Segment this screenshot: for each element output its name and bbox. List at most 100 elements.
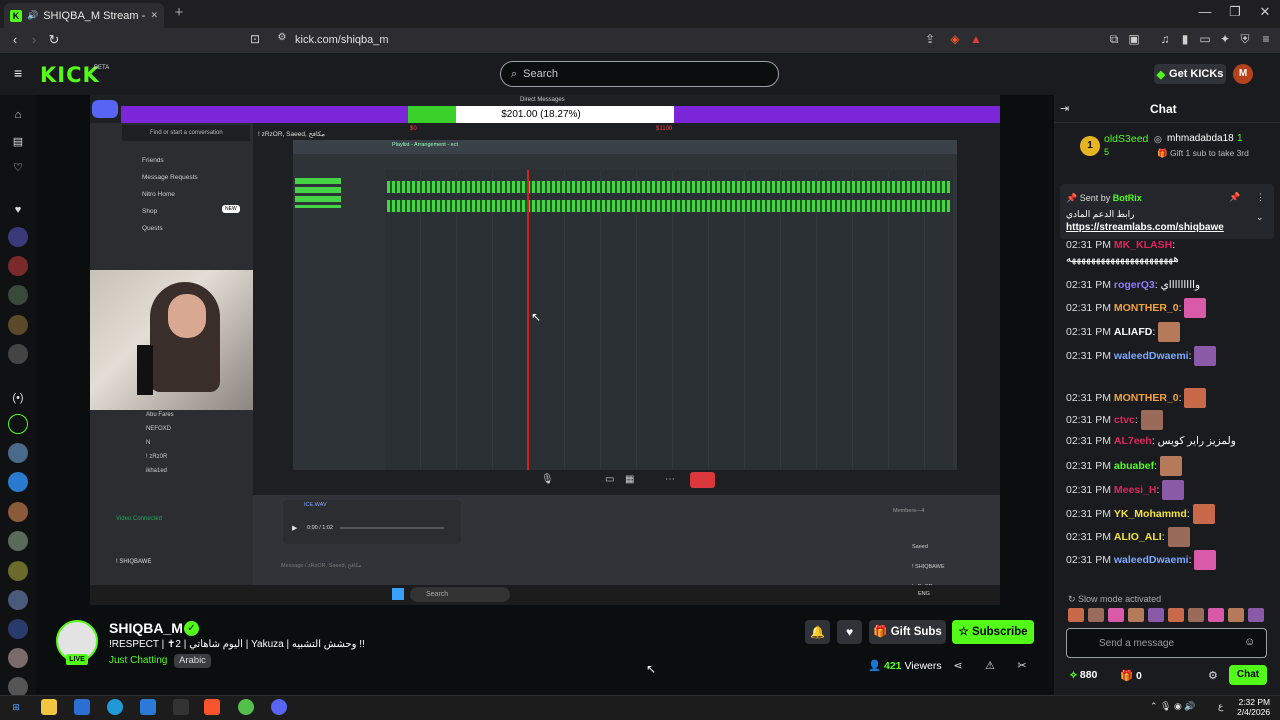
windows-start-icon[interactable]: ⊞ xyxy=(8,699,24,715)
home-icon[interactable]: ⌂ xyxy=(8,105,28,125)
url-field[interactable]: kick.com/shiqba_m xyxy=(295,34,389,46)
message-username[interactable]: YK_Mohammd xyxy=(1114,508,1187,520)
share-stream-icon[interactable]: ⋖ xyxy=(950,659,966,673)
brave-shield-icon[interactable]: ◈ xyxy=(947,32,963,48)
channel-avatar[interactable] xyxy=(8,443,28,463)
brave-taskbar-icon[interactable] xyxy=(204,699,220,715)
new-tab-icon[interactable]: + xyxy=(170,4,188,22)
emoji-picker-icon[interactable]: ☺ xyxy=(1244,636,1255,648)
extensions-icon[interactable]: ⧉ xyxy=(1106,32,1122,48)
close-window-icon[interactable]: ✕ xyxy=(1250,4,1280,24)
edge-icon[interactable] xyxy=(107,699,123,715)
vpn-icon[interactable]: ⛨ xyxy=(1237,32,1253,48)
bookmark-icon[interactable]: ⊡ xyxy=(247,32,263,48)
leo-ai-icon[interactable]: ✦ xyxy=(1217,32,1233,48)
message-username[interactable]: MONTHER_0 xyxy=(1114,302,1179,314)
quick-emote[interactable] xyxy=(1148,607,1164,622)
reload-icon[interactable]: ↻ xyxy=(45,32,63,49)
chat-message-input[interactable]: Send a message xyxy=(1066,628,1267,658)
sidebar-icon[interactable]: ▮ xyxy=(1177,32,1193,48)
followed-heart-icon[interactable]: ♥ xyxy=(8,200,28,220)
stream-tag[interactable]: Arabic xyxy=(174,654,211,668)
share-icon[interactable]: ⇪ xyxy=(922,32,938,48)
wallet-icon[interactable]: ▭ xyxy=(1197,32,1213,48)
message-username[interactable]: AL7eeh xyxy=(1114,435,1152,447)
channel-avatar[interactable] xyxy=(8,227,28,247)
message-username[interactable]: ctvc xyxy=(1114,414,1135,426)
quick-emote[interactable] xyxy=(1088,607,1104,622)
app-icon[interactable] xyxy=(173,699,189,715)
tab-close-icon[interactable]: ✕ xyxy=(150,10,158,21)
message-username[interactable]: waleedDwaemi xyxy=(1114,554,1189,566)
chat-settings-icon[interactable]: ⚙ xyxy=(1208,669,1218,682)
gift-subs-button[interactable]: 🎁 Gift Subs xyxy=(869,620,946,644)
tray-icons[interactable]: ⌃ 🎙 ◉ 🔊 xyxy=(1150,701,1196,712)
app-taskbar-icon[interactable] xyxy=(238,699,254,715)
live-channels-icon[interactable]: (•) xyxy=(8,388,28,408)
channel-avatar[interactable] xyxy=(8,648,28,668)
message-username[interactable]: rogerQ3 xyxy=(1114,279,1155,291)
input-language[interactable]: ع xyxy=(1218,701,1223,712)
expand-pinned-icon[interactable]: ⌄ xyxy=(1256,212,1264,223)
message-username[interactable]: abuabef xyxy=(1114,460,1154,472)
brave-rewards-icon[interactable]: ▲ xyxy=(968,32,984,48)
subscribe-button[interactable]: ☆ Subscribe xyxy=(952,620,1034,644)
channel-avatar[interactable] xyxy=(8,315,28,335)
media-icon[interactable]: ♫ xyxy=(1157,32,1173,48)
site-info-icon[interactable]: ⚙ xyxy=(274,32,290,48)
message-username[interactable]: waleedDwaemi xyxy=(1114,350,1189,362)
channel-points[interactable]: ⟡ 880 xyxy=(1070,669,1097,682)
channel-avatar[interactable] xyxy=(8,619,28,639)
file-explorer-icon[interactable] xyxy=(41,699,57,715)
report-icon[interactable]: ⚠ xyxy=(982,659,998,673)
message-username[interactable]: MONTHER_0 xyxy=(1114,392,1179,404)
channel-avatar[interactable] xyxy=(8,531,28,551)
stream-category[interactable]: Just Chatting xyxy=(109,655,167,666)
forward-icon[interactable]: › xyxy=(25,32,43,49)
pinned-sender[interactable]: BotRix xyxy=(1113,193,1142,203)
minimize-icon[interactable]: — xyxy=(1190,4,1220,24)
hamburger-menu-icon[interactable]: ≡ xyxy=(14,66,28,80)
channel-avatar[interactable] xyxy=(8,472,28,492)
channel-avatar[interactable] xyxy=(8,285,28,305)
channel-avatar[interactable] xyxy=(8,414,28,434)
quick-emote[interactable] xyxy=(1228,607,1244,622)
search-input[interactable]: ⌕ Search xyxy=(500,61,779,87)
following-icon[interactable]: ♡ xyxy=(8,158,28,178)
channel-avatar[interactable] xyxy=(8,590,28,610)
quick-emote[interactable] xyxy=(1128,607,1144,622)
collapse-chat-icon[interactable]: ⇥ xyxy=(1060,102,1074,115)
restore-icon[interactable]: ❐ xyxy=(1220,4,1250,24)
pinned-more-icon[interactable]: ⋮ xyxy=(1256,192,1265,203)
kick-logo[interactable]: KICK xyxy=(40,63,100,87)
top-gifter-name[interactable]: oldS3eed xyxy=(1104,133,1148,145)
streamer-name[interactable]: SHIQBA_M xyxy=(109,620,183,636)
user-avatar[interactable]: M xyxy=(1233,64,1253,84)
quick-emote[interactable] xyxy=(1248,607,1264,622)
second-gifter-name[interactable]: mhmadabda18 xyxy=(1167,133,1234,144)
channel-avatar[interactable] xyxy=(8,256,28,276)
store-icon[interactable] xyxy=(74,699,90,715)
notification-bell-icon[interactable]: 🔔 xyxy=(805,620,830,644)
quick-emote[interactable] xyxy=(1188,607,1204,622)
discord-taskbar-icon[interactable] xyxy=(271,699,287,715)
message-username[interactable]: Meesi_H xyxy=(1114,484,1157,496)
pin-icon[interactable]: 📌 xyxy=(1229,192,1240,203)
message-username[interactable]: MK_KLASH xyxy=(1114,239,1172,251)
quick-emote[interactable] xyxy=(1068,607,1084,622)
system-clock[interactable]: 2:32 PM 2/4/2026 xyxy=(1237,697,1270,717)
channel-avatar[interactable] xyxy=(8,344,28,364)
quick-emote[interactable] xyxy=(1108,607,1124,622)
quick-emote[interactable] xyxy=(1168,607,1184,622)
channel-avatar[interactable] xyxy=(8,677,28,697)
channel-avatar[interactable] xyxy=(8,502,28,522)
send-chat-button[interactable]: Chat xyxy=(1229,665,1267,685)
browse-icon[interactable]: ▤ xyxy=(8,132,28,152)
pinned-link[interactable]: https://streamlabs.com/shiqbawe xyxy=(1066,222,1224,233)
message-username[interactable]: ALIO_ALI xyxy=(1114,531,1162,543)
get-kicks-button[interactable]: ◆ Get KICKs xyxy=(1154,64,1226,84)
channel-avatar[interactable] xyxy=(8,561,28,581)
gift-counter[interactable]: 🎁 0 xyxy=(1120,669,1142,682)
menu-icon[interactable]: ≡ xyxy=(1258,32,1274,48)
browser-tab[interactable]: K 🔊 SHIQBA_M Stream - Watch Li ✕ xyxy=(4,3,164,28)
